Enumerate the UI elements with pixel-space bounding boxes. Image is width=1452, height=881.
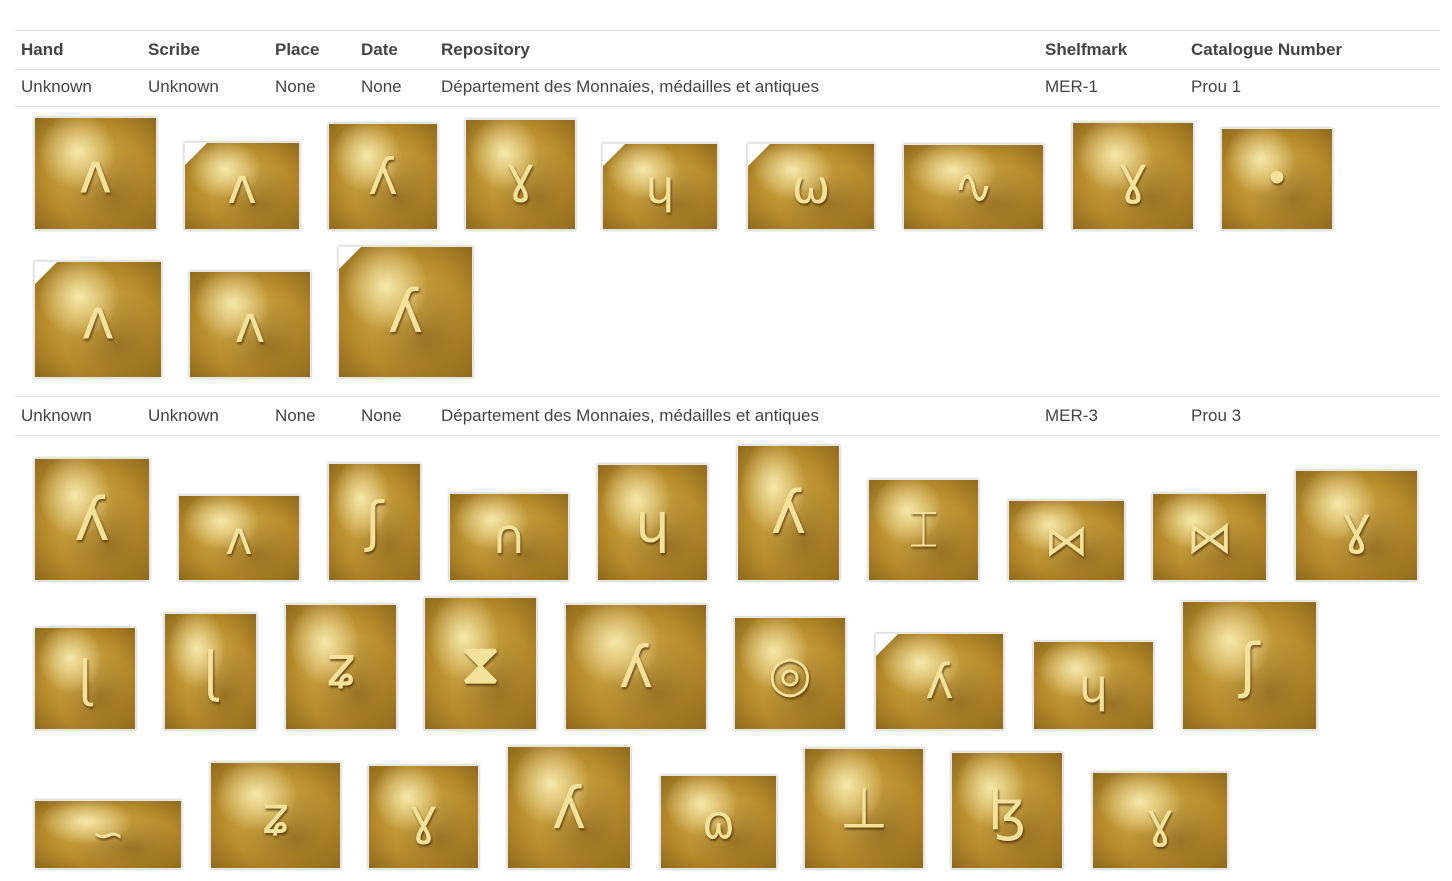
coin-thumbnail[interactable]: ʎ (338, 246, 473, 378)
cell-catalogue-number: Prou 1 (1191, 77, 1242, 96)
coin-thumbnail[interactable]: • (1221, 128, 1333, 230)
cell-shelfmark: MER-3 (1045, 406, 1098, 425)
coin-thumbnail[interactable]: ɥ (1033, 641, 1154, 730)
coin-thumbnail[interactable]: ⋈ (1008, 500, 1125, 581)
cell-date: None (361, 77, 402, 96)
coin-thumbnail[interactable]: ʎ (875, 633, 1004, 730)
manuscript-table: Hand Scribe Place Date Repository Shelfm… (15, 30, 1440, 70)
table-header-row: Hand Scribe Place Date Repository Shelfm… (15, 30, 1440, 70)
coin-thumbnail[interactable]: ʎ (565, 604, 707, 730)
coin-thumbnail[interactable]: ʃ (328, 463, 421, 581)
cell-repository: Département des Monnaies, médailles et a… (441, 406, 819, 425)
coin-thumbnail[interactable]: ɭ (34, 627, 136, 730)
cell-repository: Département des Monnaies, médailles et a… (441, 77, 819, 96)
cell-hand: Unknown (21, 77, 92, 96)
coin-thumbnail[interactable]: ʌ (34, 117, 157, 230)
header-scribe[interactable]: Scribe (148, 31, 200, 68)
header-hand[interactable]: Hand (21, 31, 64, 68)
coin-thumbnail[interactable]: ʑ (210, 762, 341, 869)
cell-date: None (361, 406, 402, 425)
header-repository[interactable]: Repository (441, 31, 530, 68)
header-date[interactable]: Date (361, 31, 398, 68)
coin-thumbnail[interactable]: ∽ (34, 800, 182, 869)
coin-thumbnail[interactable]: ɣ (465, 119, 576, 230)
coin-thumbnail[interactable]: ʎ (34, 458, 150, 581)
coin-thumbnail[interactable]: ʌ (184, 142, 300, 230)
coin-thumbnail[interactable]: ɣ (368, 765, 479, 869)
coin-thumbnail[interactable]: ʎ (507, 746, 631, 869)
coin-thumbnail[interactable]: ∿ (903, 144, 1044, 230)
coin-thumbnail[interactable]: ⋈ (1152, 493, 1267, 581)
header-catalogue-number[interactable]: Catalogue Number (1191, 31, 1342, 68)
table-row-2[interactable]: Unknown Unknown None None Département de… (15, 396, 1440, 436)
coin-thumbnail[interactable]: ɥ (602, 143, 718, 230)
coin-thumbnail[interactable]: ⧗ (424, 597, 537, 730)
cell-place: None (275, 406, 316, 425)
coin-thumbnail[interactable]: ∩ (449, 493, 569, 581)
table-row[interactable]: Unknown Unknown None None Département de… (15, 68, 1440, 107)
coin-thumbnail[interactable]: ɭ (164, 613, 257, 730)
coin-thumbnail[interactable]: ɷ (660, 775, 777, 869)
coin-thumbnail[interactable]: ʌ (34, 261, 162, 378)
coin-thumbnail[interactable]: ʃ (1182, 601, 1317, 730)
coin-thumbnail[interactable]: ɣ (1092, 772, 1228, 869)
coin-thumbnail[interactable]: ɥ (597, 464, 708, 581)
cell-hand: Unknown (21, 406, 92, 425)
table-row[interactable]: Unknown Unknown None None Département de… (15, 396, 1440, 436)
table-row-1[interactable]: Unknown Unknown None None Département de… (15, 68, 1440, 107)
coin-thumbnail[interactable]: ʎ (328, 123, 438, 230)
coin-thumbnail[interactable]: ʑ (285, 604, 397, 730)
cell-catalogue-number: Prou 3 (1191, 406, 1242, 425)
coin-thumbnail[interactable]: ɮ (951, 752, 1063, 869)
cell-scribe: Unknown (148, 406, 219, 425)
coin-thumbnail[interactable]: ʎ (737, 445, 840, 581)
cell-place: None (275, 77, 316, 96)
coin-thumbnail[interactable]: ʌ (178, 495, 300, 581)
coin-thumbnail[interactable]: ⌶ (868, 479, 979, 581)
coin-thumbnail[interactable]: ʌ (189, 271, 311, 378)
header-shelfmark[interactable]: Shelfmark (1045, 31, 1127, 68)
coin-thumbnail[interactable]: ◎ (734, 617, 846, 730)
coin-thumbnail[interactable]: ɣ (1295, 470, 1418, 581)
coin-thumbnail[interactable]: ω (747, 143, 875, 230)
coin-thumbnail[interactable]: ⊥ (804, 748, 924, 869)
coin-thumbnail[interactable]: ɣ (1072, 122, 1194, 230)
header-place[interactable]: Place (275, 31, 319, 68)
cell-scribe: Unknown (148, 77, 219, 96)
cell-shelfmark: MER-1 (1045, 77, 1098, 96)
